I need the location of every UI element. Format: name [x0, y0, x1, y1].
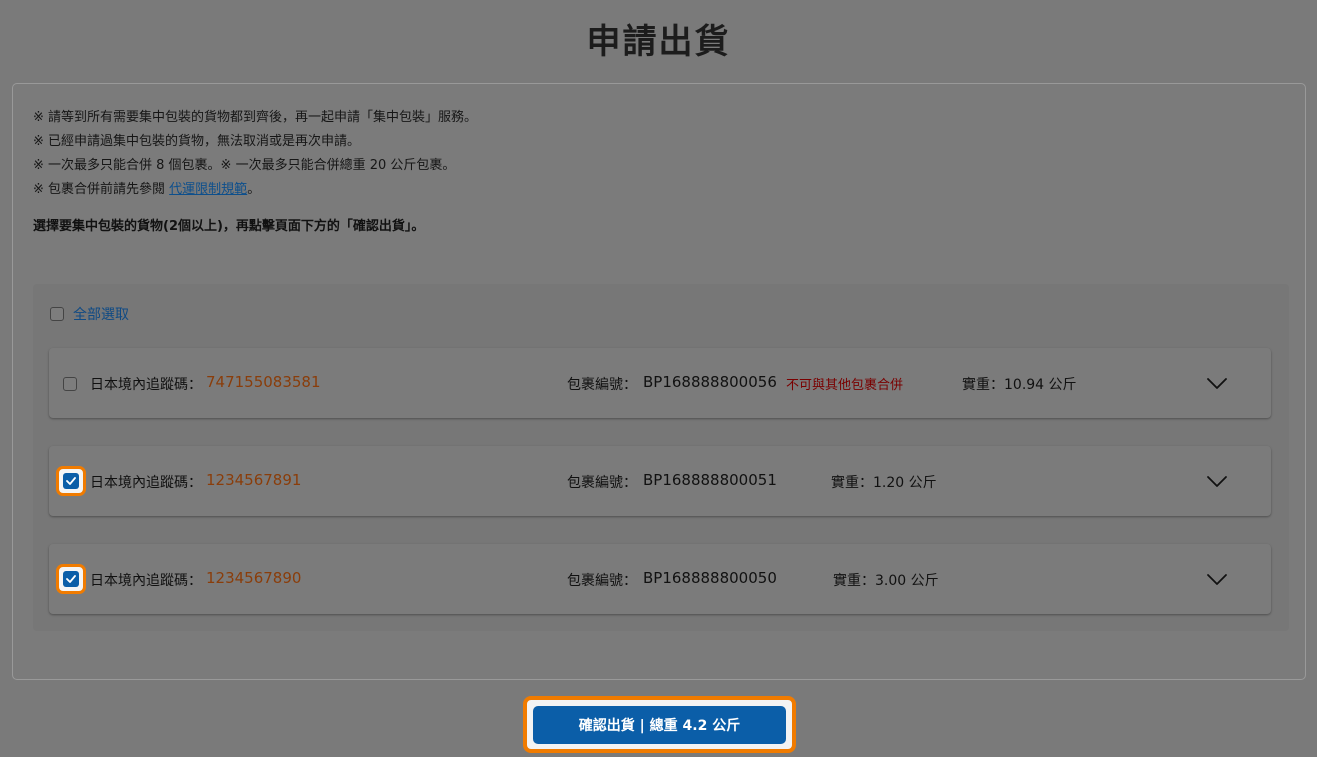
- package-checkbox[interactable]: [56, 564, 86, 594]
- note-text: ※ 包裹合併前請先參閱: [33, 182, 170, 197]
- instruction-text: 選擇要集中包裝的貨物(2個以上)，再點擊頁面下方的「確認出貨」。: [33, 219, 425, 234]
- restriction-rules-link[interactable]: 代運限制規範: [169, 182, 247, 197]
- note-item: ※ 已經申請過集中包裝的貨物，無法取消或是再次申請。: [33, 134, 361, 149]
- package-row[interactable]: 日本境內追蹤碼： 1234567890 包裹編號： BP168888800050 實重：…: [49, 544, 1271, 614]
- tracking-number: 1234567890: [206, 569, 302, 587]
- tracking-label: 日本境內追蹤碼：: [90, 573, 202, 589]
- package-row[interactable]: 日本境內追蹤碼： 1234567891 包裹編號： BP168888800051 實重：…: [49, 446, 1271, 516]
- confirm-shipment-button[interactable]: 確認出貨 | 總重 4.2 公斤: [533, 705, 786, 744]
- check-icon[interactable]: [63, 571, 79, 587]
- package-weight: 實重：3.00 公斤: [833, 573, 939, 589]
- notes-list: ※ 請等到所有需要集中包裝的貨物都到齊後，再一起申請「集中包裝」服務。 ※ 已經…: [33, 106, 477, 202]
- note-item: ※ 請等到所有需要集中包裝的貨物都到齊後，再一起申請「集中包裝」服務。: [33, 110, 478, 125]
- page-title: 申請出貨: [586, 22, 731, 62]
- tracking-number: 1234567891: [206, 471, 302, 489]
- package-number-label: 包裹編號：: [567, 377, 637, 393]
- note-item: ※ 包裹合併前請先參閱 代運限制規範。: [33, 178, 477, 202]
- package-number: BP168888800050: [643, 569, 777, 587]
- shipment-panel: ※ 請等到所有需要集中包裝的貨物都到齊後，再一起申請「集中包裝」服務。 ※ 已經…: [12, 83, 1306, 680]
- package-checkbox[interactable]: [56, 466, 86, 496]
- package-row[interactable]: 日本境內追蹤碼： 747155083581 包裹編號： BP168888800056 實…: [49, 348, 1271, 418]
- unchecked-box[interactable]: [63, 377, 77, 391]
- package-checkbox[interactable]: [63, 376, 77, 395]
- merge-warning: 不可與其他包裹合併: [786, 378, 904, 393]
- package-number-label: 包裹編號：: [567, 475, 637, 491]
- select-all-checkbox[interactable]: [50, 307, 64, 321]
- confirm-button-highlight: 確認出貨 | 總重 4.2 公斤: [523, 696, 796, 753]
- tracking-label: 日本境內追蹤碼：: [90, 377, 202, 393]
- package-number-label: 包裹編號：: [567, 573, 637, 589]
- note-text: 。: [247, 182, 261, 197]
- package-number: BP168888800051: [643, 471, 777, 489]
- package-weight: 實重：1.20 公斤: [831, 475, 937, 491]
- chevron-down-icon[interactable]: [1206, 572, 1228, 591]
- chevron-down-icon[interactable]: [1206, 474, 1228, 493]
- select-all-label[interactable]: 全部選取: [73, 304, 129, 324]
- package-number: BP168888800056: [643, 373, 777, 391]
- chevron-down-icon[interactable]: [1206, 376, 1228, 395]
- package-weight: 實重：10.94 公斤: [962, 377, 1077, 393]
- tracking-number: 747155083581: [206, 373, 321, 391]
- package-list: 全部選取 日本境內追蹤碼： 747155083581 包裹編號： BP16888880…: [33, 284, 1289, 631]
- tracking-label: 日本境內追蹤碼：: [90, 475, 202, 491]
- note-item: ※ 一次最多只能合併 8 個包裹。※ 一次最多只能合併總重 20 公斤包裹。: [33, 158, 456, 173]
- check-icon[interactable]: [63, 473, 79, 489]
- select-all[interactable]: 全部選取: [50, 304, 129, 324]
